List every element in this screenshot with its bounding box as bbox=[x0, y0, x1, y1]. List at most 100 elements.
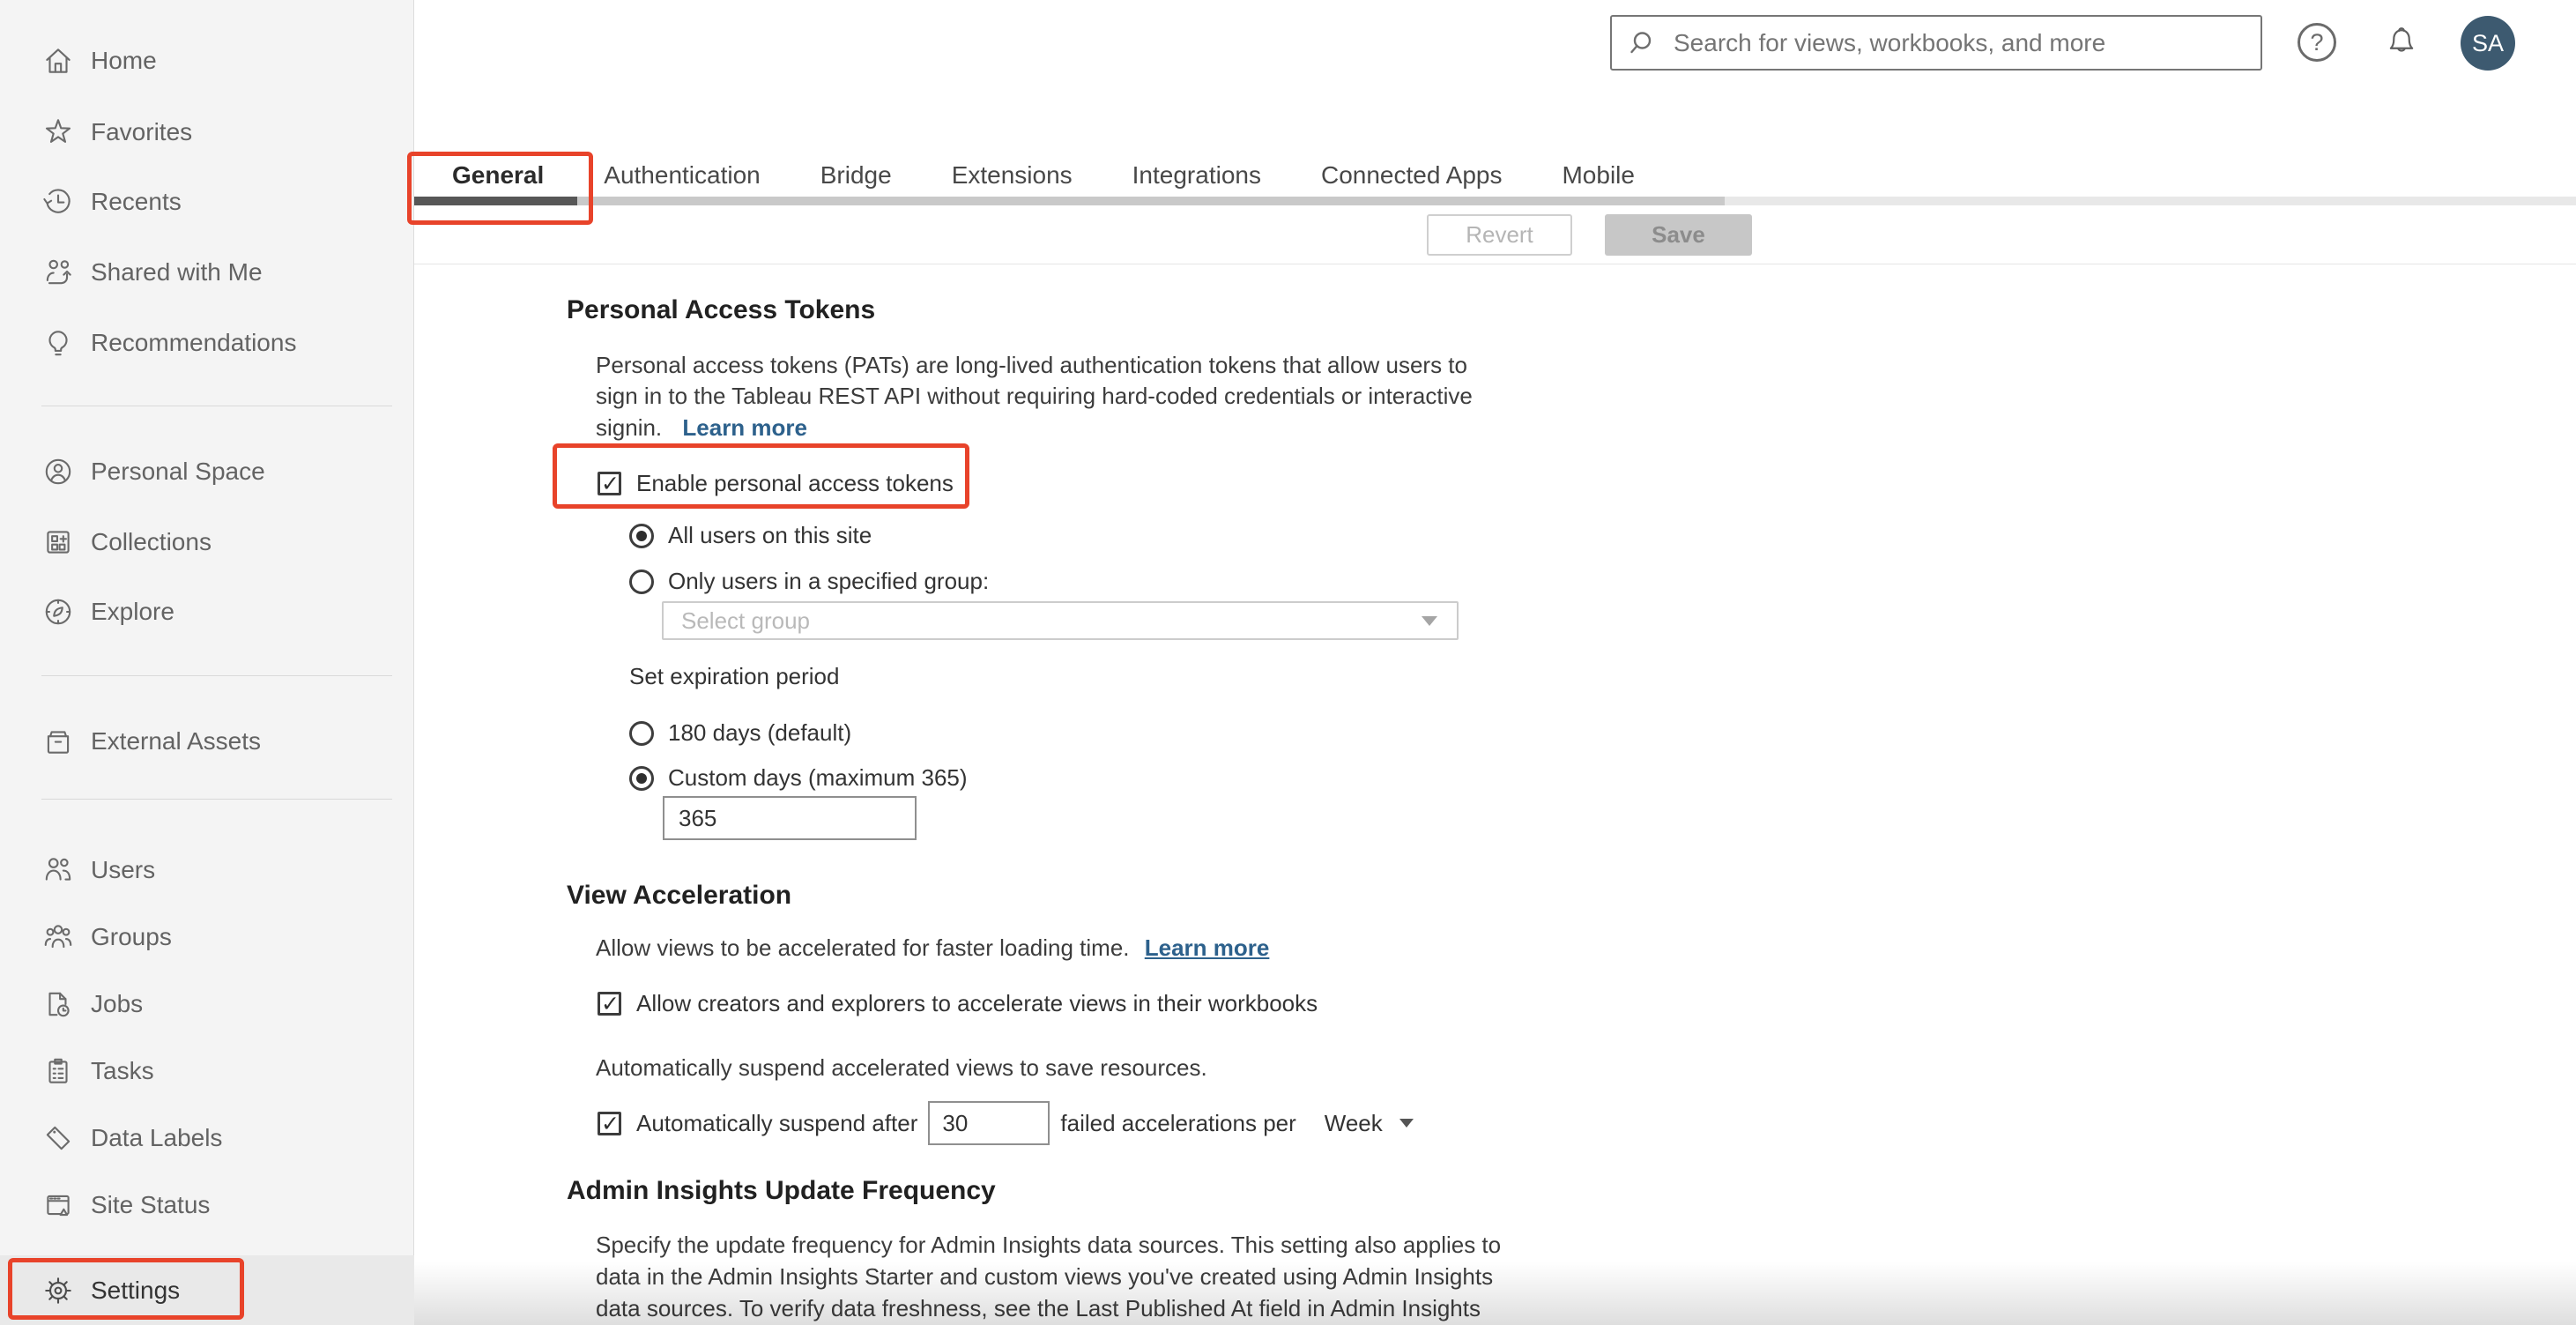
specified-group-radio-row: Only users in a specified group: bbox=[629, 568, 989, 595]
select-group-dropdown[interactable]: Select group bbox=[662, 601, 1459, 640]
tab-connected-apps[interactable]: Connected Apps bbox=[1321, 161, 1503, 190]
sidebar-item-personal-space[interactable]: Personal Space bbox=[0, 438, 414, 505]
tab-bridge[interactable]: Bridge bbox=[820, 161, 892, 190]
tab-authentication[interactable]: Authentication bbox=[604, 161, 760, 190]
sidebar-item-label: Jobs bbox=[91, 990, 144, 1017]
all-users-label: All users on this site bbox=[668, 522, 872, 548]
auto-suspend-checkbox[interactable] bbox=[598, 1111, 621, 1137]
period-value: Week bbox=[1324, 1109, 1383, 1136]
expiration-period-label: Set expiration period bbox=[629, 663, 840, 689]
enable-pat-label: Enable personal access tokens bbox=[636, 470, 954, 496]
sidebar-item-label: Recents bbox=[91, 188, 182, 215]
sidebar-item-label: Home bbox=[91, 47, 157, 74]
specified-group-label: Only users in a specified group: bbox=[668, 568, 990, 594]
sidebar: Home Favorites Recents Shared with Me Re… bbox=[0, 0, 414, 1325]
chevron-down-icon bbox=[1422, 615, 1437, 626]
sidebar-item-label: Favorites bbox=[91, 118, 193, 145]
pat-description-tail: signin. bbox=[596, 414, 663, 441]
sidebar-divider bbox=[41, 675, 392, 676]
admin-insights-description-line: Specify the update frequency for Admin I… bbox=[596, 1232, 1502, 1258]
failed-accelerations-input[interactable] bbox=[928, 1101, 1050, 1145]
sidebar-item-data-labels[interactable]: Data Labels bbox=[0, 1105, 414, 1172]
allow-acceleration-checkbox[interactable] bbox=[598, 991, 621, 1017]
expiration-180-label: 180 days (default) bbox=[668, 719, 852, 746]
pat-description-line: sign in to the Tableau REST API without … bbox=[596, 383, 1473, 409]
auto-suspend-prefix-label: Automatically suspend after bbox=[636, 1109, 918, 1136]
search-input[interactable] bbox=[1672, 27, 2260, 58]
save-button[interactable]: Save bbox=[1605, 214, 1752, 256]
pat-description-line: signin. Learn more bbox=[596, 412, 807, 443]
sidebar-item-collections[interactable]: Collections bbox=[0, 509, 414, 576]
admin-insights-description-line: data in the Admin Insights Starter and c… bbox=[596, 1263, 1494, 1290]
home-icon bbox=[41, 44, 75, 78]
allow-acceleration-row: Allow creators and explorers to accelera… bbox=[598, 990, 1318, 1017]
sidebar-item-recommendations[interactable]: Recommendations bbox=[0, 309, 414, 376]
sidebar-item-users[interactable]: Users bbox=[0, 837, 414, 904]
shared-icon bbox=[41, 256, 75, 289]
file-clock-icon bbox=[41, 987, 75, 1021]
view-acceleration-description-text: Allow views to be accelerated for faster… bbox=[596, 934, 1130, 961]
search-box bbox=[1610, 15, 2262, 71]
help-icon[interactable] bbox=[2298, 23, 2336, 62]
tab-mobile[interactable]: Mobile bbox=[1562, 161, 1634, 190]
sidebar-item-label: External Assets bbox=[91, 727, 261, 755]
sidebar-item-tasks[interactable]: Tasks bbox=[0, 1038, 414, 1105]
groups-icon bbox=[41, 920, 75, 954]
lightbulb-icon bbox=[41, 326, 75, 360]
history-icon bbox=[41, 185, 75, 219]
users-icon bbox=[41, 853, 75, 887]
star-icon bbox=[41, 115, 75, 149]
sidebar-item-external-assets[interactable]: External Assets bbox=[0, 708, 414, 775]
revert-button[interactable]: Revert bbox=[1427, 214, 1572, 256]
settings-tab-bar: General Authentication Bridge Extensions… bbox=[414, 154, 1635, 197]
specified-group-radio[interactable] bbox=[629, 569, 654, 594]
tab-general[interactable]: General bbox=[452, 161, 544, 190]
gear-icon bbox=[41, 1274, 75, 1307]
all-users-radio[interactable] bbox=[629, 523, 654, 548]
all-users-radio-row: All users on this site bbox=[629, 522, 872, 549]
collections-icon bbox=[41, 525, 75, 559]
custom-days-input[interactable] bbox=[663, 796, 917, 840]
sidebar-item-label: Groups bbox=[91, 923, 172, 950]
view-acceleration-description: Allow views to be accelerated for faster… bbox=[596, 932, 1269, 964]
tab-integrations[interactable]: Integrations bbox=[1132, 161, 1261, 190]
tag-icon bbox=[41, 1121, 75, 1155]
sidebar-item-label: Tasks bbox=[91, 1057, 154, 1084]
sidebar-item-label: Recommendations bbox=[91, 329, 297, 356]
tab-extensions[interactable]: Extensions bbox=[952, 161, 1073, 190]
sidebar-item-label: Shared with Me bbox=[91, 258, 263, 286]
period-dropdown[interactable]: Week bbox=[1325, 1110, 1414, 1137]
expiration-180-radio[interactable] bbox=[629, 720, 654, 746]
sidebar-item-label: Users bbox=[91, 856, 156, 883]
admin-insights-description-line: data sources. To verify data freshness, … bbox=[596, 1295, 1481, 1321]
chevron-down-icon bbox=[1399, 1119, 1414, 1128]
sidebar-item-favorites[interactable]: Favorites bbox=[0, 99, 414, 166]
tab-track-extension bbox=[1725, 197, 2576, 205]
pat-learn-more-link[interactable]: Learn more bbox=[682, 414, 807, 441]
auto-suspend-suffix-label: failed accelerations per bbox=[1060, 1109, 1296, 1136]
sidebar-item-explore[interactable]: Explore bbox=[0, 578, 414, 645]
allow-acceleration-label: Allow creators and explorers to accelera… bbox=[636, 990, 1318, 1016]
compass-icon bbox=[41, 595, 75, 629]
sidebar-item-shared-with-me[interactable]: Shared with Me bbox=[0, 239, 414, 306]
browser-alert-icon bbox=[41, 1188, 75, 1222]
enable-pat-checkbox[interactable] bbox=[598, 471, 621, 497]
sidebar-item-jobs[interactable]: Jobs bbox=[0, 971, 414, 1038]
expiration-custom-radio-row: Custom days (maximum 365) bbox=[629, 764, 968, 792]
notifications-bell-icon[interactable] bbox=[2379, 21, 2424, 65]
sidebar-item-groups[interactable]: Groups bbox=[0, 904, 414, 971]
sidebar-item-label: Data Labels bbox=[91, 1124, 223, 1151]
expiration-custom-radio[interactable] bbox=[629, 765, 654, 791]
pat-description-line: Personal access tokens (PATs) are long-l… bbox=[596, 352, 1467, 378]
suspend-description: Automatically suspend accelerated views … bbox=[596, 1054, 1207, 1081]
sidebar-item-settings[interactable]: Settings bbox=[0, 1255, 414, 1325]
sidebar-item-label: Explore bbox=[91, 598, 174, 625]
search-icon bbox=[1630, 31, 1652, 53]
active-tab-underline bbox=[414, 197, 577, 205]
sidebar-item-recents[interactable]: Recents bbox=[0, 168, 414, 235]
sidebar-item-site-status[interactable]: Site Status bbox=[0, 1172, 414, 1239]
avatar[interactable]: SA bbox=[2461, 16, 2515, 71]
sidebar-item-home[interactable]: Home bbox=[0, 27, 414, 94]
enable-pat-row: Enable personal access tokens bbox=[598, 470, 954, 497]
view-acceleration-learn-more-link[interactable]: Learn more bbox=[1145, 934, 1270, 961]
